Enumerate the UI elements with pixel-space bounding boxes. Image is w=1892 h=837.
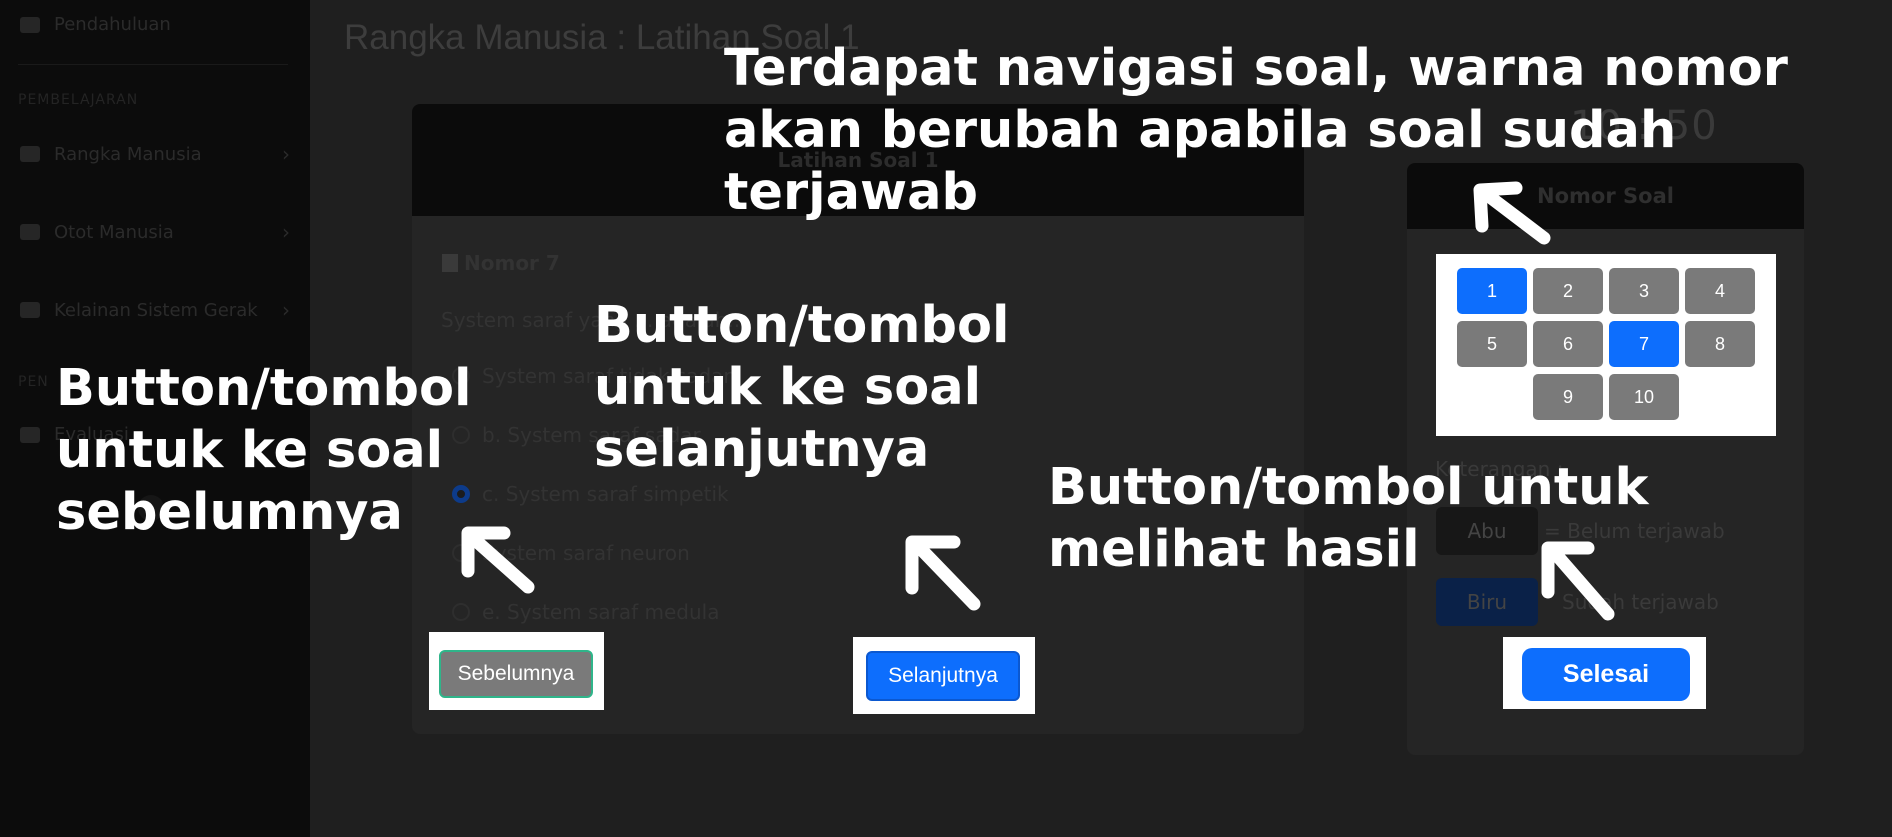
question-number-button-4[interactable]: 4 — [1685, 268, 1755, 314]
folder-icon — [20, 224, 40, 240]
annotation-navigation: Terdapat navigasi soal, warna nomor akan… — [724, 39, 1788, 223]
question-number-button-7[interactable]: 7 — [1609, 321, 1679, 367]
chart-icon — [20, 426, 40, 443]
prev-question-button[interactable]: Sebelumnya — [439, 650, 593, 698]
question-number-button-9[interactable]: 9 — [1533, 374, 1603, 420]
question-number-button-10[interactable]: 10 — [1609, 374, 1679, 420]
broken-image-icon — [442, 254, 458, 272]
chevron-right-icon: › — [282, 298, 290, 322]
chevron-right-icon: › — [282, 142, 290, 166]
folder-icon — [20, 146, 40, 162]
sidebar-item-label: Otot Manusia — [54, 221, 174, 243]
annotation-arrow-icon — [1541, 541, 1615, 621]
annotation-arrow-icon — [461, 526, 535, 594]
question-number-button-1[interactable]: 1 — [1457, 268, 1527, 314]
sidebar-item-label: Kelainan Sistem Gerak — [54, 299, 258, 321]
sidebar-section-heading: PEN — [18, 374, 49, 390]
sidebar-item-label: Pendahuluan — [54, 14, 171, 35]
sidebar-divider — [18, 64, 288, 65]
chevron-right-icon: › — [282, 220, 290, 244]
question-number-button-6[interactable]: 6 — [1533, 321, 1603, 367]
annotation-prev-button: Button/tombol untuk ke soal sebelumnya — [56, 359, 472, 543]
answer-option-label: e. System saraf medula — [482, 600, 720, 624]
question-number-button-5[interactable]: 5 — [1457, 321, 1527, 367]
answer-option-e[interactable]: e. System saraf medula — [452, 600, 719, 624]
finish-button[interactable]: Selesai — [1522, 648, 1690, 701]
folder-icon — [20, 302, 40, 318]
radio-button[interactable] — [452, 603, 470, 621]
question-number-button-2[interactable]: 2 — [1533, 268, 1603, 314]
sidebar-item-otot-manusia[interactable]: Otot Manusia › — [20, 220, 290, 244]
annotation-arrow-icon — [905, 535, 981, 611]
annotation-finish-button: Button/tombol untuk melihat hasil — [1048, 458, 1649, 580]
question-number-grid: 1 2 3 4 5 6 7 8 9 10 — [1436, 254, 1776, 436]
sidebar-item-pendahuluan[interactable]: Pendahuluan — [20, 14, 290, 35]
dashboard-icon — [20, 16, 40, 33]
annotation-arrow-icon — [1473, 181, 1551, 245]
annotation-next-button: Button/tombol untuk ke soal selanjutnya — [594, 296, 1010, 480]
question-number-button-8[interactable]: 8 — [1685, 321, 1755, 367]
legend-blue-swatch: Biru — [1436, 578, 1538, 626]
sidebar-item-kelainan-sistem-gerak[interactable]: Kelainan Sistem Gerak › — [20, 298, 290, 322]
question-number: Nomor 7 — [442, 251, 560, 275]
sidebar-item-rangka-manusia[interactable]: Rangka Manusia › — [20, 142, 290, 166]
question-number-button-3[interactable]: 3 — [1609, 268, 1679, 314]
sidebar-section-heading: PEMBELAJARAN — [18, 92, 139, 108]
sidebar-item-label: Rangka Manusia — [54, 143, 202, 165]
question-number-label: Nomor 7 — [464, 251, 560, 275]
next-question-button[interactable]: Selanjutnya — [866, 651, 1020, 701]
